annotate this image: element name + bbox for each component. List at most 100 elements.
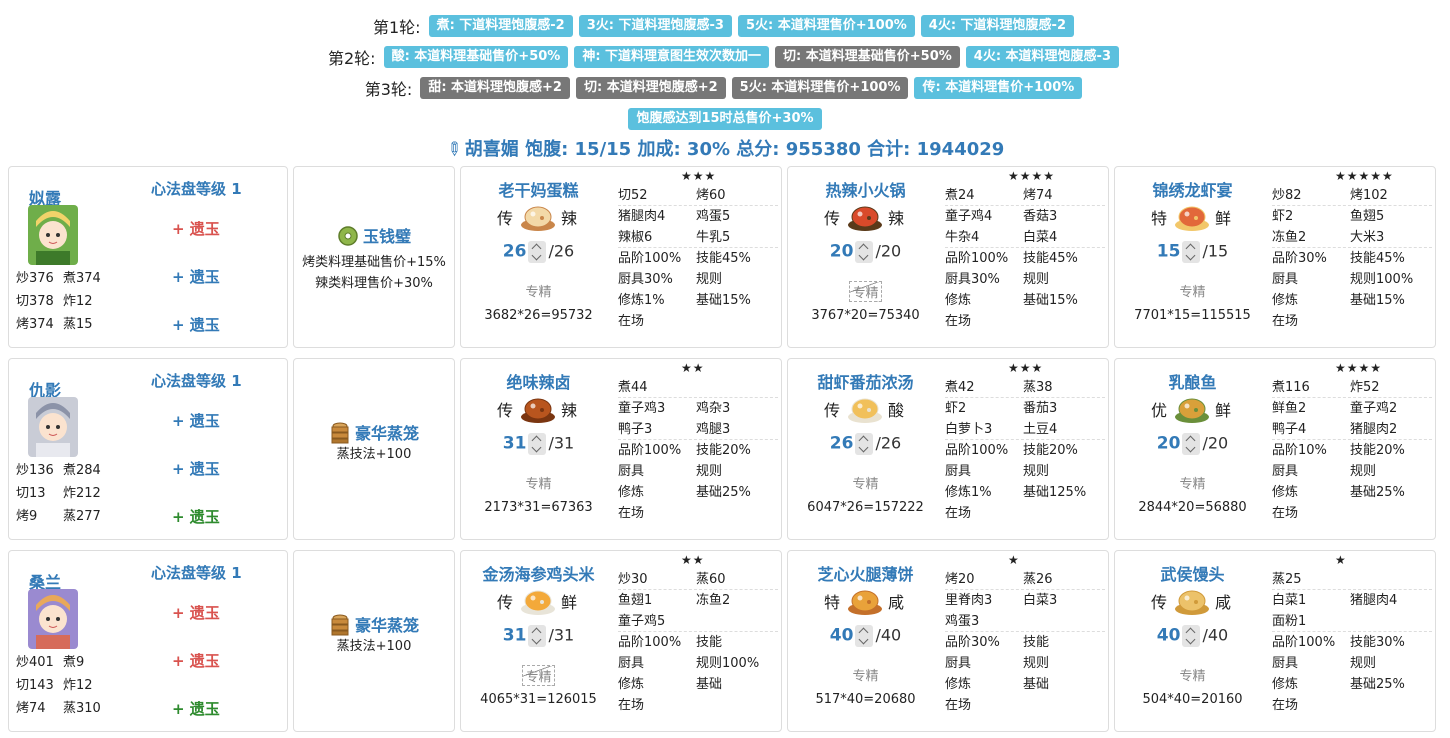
detail-value: 修炼 <box>945 677 972 692</box>
jade-slot-button[interactable]: + 遗玉 <box>172 218 220 239</box>
dish-grade: 特 <box>824 593 841 612</box>
spinner-icon[interactable] <box>1182 433 1201 455</box>
dish-score: 6047*26=157222 <box>807 500 924 515</box>
detail-row: 品阶30% 技能 <box>945 632 1105 653</box>
specialty-label: 专精 <box>788 281 943 302</box>
spinner-icon[interactable] <box>855 241 874 263</box>
dish-stars: ★★★★ <box>1008 169 1056 183</box>
detail-row: 修炼 基础25% <box>1272 482 1432 503</box>
detail-value: 煮24 <box>945 188 975 203</box>
detail-value: 技能20% <box>1023 443 1078 458</box>
spinner-icon[interactable] <box>528 241 547 263</box>
quantity-stepper[interactable]: 31/31 <box>461 433 616 455</box>
detail-value: 在场 <box>618 698 645 713</box>
quantity-stepper[interactable]: 26/26 <box>461 241 616 263</box>
detail-value: 厨具 <box>945 464 972 479</box>
jade-slot-button[interactable]: + 遗玉 <box>172 506 220 527</box>
quantity-stepper[interactable]: 20/20 <box>1115 433 1270 455</box>
spinner-icon[interactable] <box>855 433 874 455</box>
round-tag: 神: 下道料理意图生效次数加一 <box>574 45 770 68</box>
jade-slot-button[interactable]: + 遗玉 <box>172 698 220 719</box>
detail-value: 炒30 <box>618 572 648 587</box>
jade-slot-button[interactable]: + 遗玉 <box>172 458 220 479</box>
equip-card[interactable]: 豪华蒸笼 蒸技法+100 <box>293 358 455 540</box>
detail-row: 童子鸡3 鸡杂3 <box>618 398 778 419</box>
detail-value: 厨具30% <box>945 272 1000 287</box>
stat-row: 烤374 蒸15 <box>16 313 126 336</box>
dish-card: 乳酿鱼优鲜 20/20 专精 2844*20=56880 ★★★★ 煮116 炸52 鲜鱼2 童… <box>1114 358 1436 540</box>
detail-row: 童子鸡5 <box>618 611 778 632</box>
dish-flavor: 鲜 <box>1215 209 1232 228</box>
spinner-icon[interactable] <box>855 625 874 647</box>
spinner-icon[interactable] <box>528 433 547 455</box>
chef-avatar[interactable] <box>28 205 78 265</box>
quantity-stepper[interactable]: 26/26 <box>788 433 943 455</box>
stat-value: 蒸310 <box>63 701 101 716</box>
detail-value: 蒸38 <box>1023 380 1053 395</box>
specialty-text: 专精 <box>522 665 555 686</box>
quantity-value[interactable]: 31 <box>503 434 527 454</box>
specialty-label: 专精 <box>788 473 943 492</box>
detail-value: 品阶10% <box>1272 443 1327 458</box>
detail-row: 修炼 基础25% <box>1272 674 1432 695</box>
stat-value: 炒376 <box>16 271 54 286</box>
quantity-value[interactable]: 20 <box>1157 434 1181 454</box>
detail-value: 蒸60 <box>696 572 726 587</box>
detail-value: 切52 <box>618 188 648 203</box>
quantity-value[interactable]: 15 <box>1157 242 1181 262</box>
quantity-value[interactable]: 40 <box>830 626 854 646</box>
detail-value: 烤20 <box>945 572 975 587</box>
quantity-value[interactable]: 20 <box>830 242 854 262</box>
quantity-max: /40 <box>875 625 902 645</box>
detail-value: 冻鱼2 <box>696 593 731 608</box>
quantity-max: /15 <box>1202 241 1229 261</box>
chef-avatar[interactable] <box>28 397 78 457</box>
quantity-value[interactable]: 26 <box>503 242 527 262</box>
jade-slot-button[interactable]: + 遗玉 <box>172 266 220 287</box>
quantity-value[interactable]: 26 <box>830 434 854 454</box>
dish-details: 蒸25 白菜1 猪腿肉4 面粉1 品阶100% 技能30% 厨具 规则 修炼 基础25% 在场 <box>1272 569 1432 716</box>
quantity-value[interactable]: 31 <box>503 626 527 646</box>
detail-row: 厨具 规则 <box>1272 653 1432 674</box>
quantity-max: /26 <box>875 433 902 453</box>
quantity-value[interactable]: 40 <box>1157 626 1181 646</box>
detail-row: 在场 <box>1272 311 1432 332</box>
jade-slot-button[interactable]: + 遗玉 <box>172 410 220 431</box>
equip-card[interactable]: 豪华蒸笼 蒸技法+100 <box>293 550 455 732</box>
jade-slot-button[interactable]: + 遗玉 <box>172 314 220 335</box>
spinner-icon[interactable] <box>1182 241 1201 263</box>
jade-slot-button[interactable]: + 遗玉 <box>172 650 220 671</box>
dish-stars: ★ <box>1335 553 1347 567</box>
cake-icon <box>518 195 558 235</box>
detail-value: 修炼 <box>1272 293 1299 308</box>
detail-value: 鸡蛋5 <box>696 209 731 224</box>
detail-row: 面粉1 <box>1272 611 1432 632</box>
dish-flavor: 鲜 <box>561 593 578 612</box>
detail-value <box>696 377 774 397</box>
detail-row: 鸡蛋3 <box>945 611 1105 632</box>
detail-value: 品阶100% <box>618 443 682 458</box>
dish-grade: 特 <box>1151 209 1168 228</box>
spinner-icon[interactable] <box>1182 625 1201 647</box>
equip-card[interactable]: 玉钱璧 烤类料理基础售价+15% 辣类料理售价+30% <box>293 166 455 348</box>
detail-value: 大米3 <box>1350 230 1385 245</box>
dish-stars: ★★ <box>681 553 705 567</box>
quantity-stepper[interactable]: 15/15 <box>1115 241 1270 263</box>
detail-value: 牛乳5 <box>696 230 731 245</box>
equip-effect: 蒸技法+100 <box>336 639 412 654</box>
quantity-stepper[interactable]: 40/40 <box>1115 625 1270 647</box>
detail-value: 童子鸡2 <box>1350 401 1398 416</box>
equip-name[interactable]: 玉钱璧 <box>294 223 454 251</box>
quantity-stepper[interactable]: 31/31 <box>461 625 616 647</box>
detail-value: 厨具 <box>618 656 645 671</box>
chef-avatar[interactable] <box>28 589 78 649</box>
spinner-icon[interactable] <box>528 625 547 647</box>
quantity-stepper[interactable]: 40/40 <box>788 625 943 647</box>
detail-value: 修炼 <box>1272 485 1299 500</box>
detail-value: 虾2 <box>945 401 967 416</box>
dish-grade: 传 <box>497 593 514 612</box>
jade-slot-button[interactable]: + 遗玉 <box>172 602 220 623</box>
quantity-stepper[interactable]: 20/20 <box>788 241 943 263</box>
detail-value: 修炼 <box>945 293 972 308</box>
chef-stats: 炒376 煮374 切378 炸12 烤374 蒸15 <box>16 267 126 336</box>
